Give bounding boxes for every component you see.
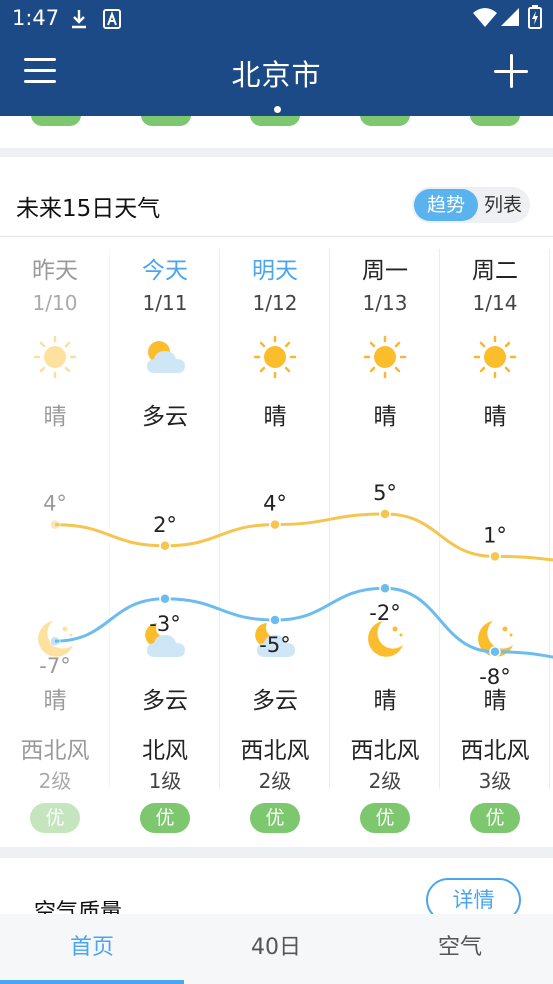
forecast-day-today[interactable]: 今天 1/11 多云 多云 北风 1级 优 [110, 237, 220, 837]
wind-level: 3级 [478, 769, 512, 793]
download-icon [72, 10, 86, 29]
wind-level: 2级 [38, 769, 72, 793]
forecast-card: 未来15日天气 趋势 列表 昨天 1/10 晴 晴 西北风 2级 优 今天 1/… [0, 157, 553, 847]
wind-level: 1级 [148, 769, 182, 793]
trend-tab[interactable]: 趋势 [414, 189, 478, 221]
sun-icon [473, 335, 517, 379]
forecast-day-tomorrow[interactable]: 明天 1/12 晴 多云 西北风 2级 优 [220, 237, 330, 837]
page-indicator-dot [274, 106, 281, 113]
page-title: 北京市 [231, 58, 322, 92]
sun-icon [253, 335, 297, 379]
day-label: 昨天 [32, 258, 78, 284]
battery-icon [528, 5, 542, 29]
aqi-badge: 优 [30, 803, 80, 833]
aqi-badge: 优 [250, 803, 300, 833]
partly-cloudy-icon [147, 341, 185, 373]
status-bar: 1:47 [0, 0, 553, 38]
forecast-day-yesterday[interactable]: 昨天 1/10 晴 晴 西北风 2级 优 [0, 237, 110, 837]
wifi-icon [473, 8, 497, 27]
aqi-badge: 优 [470, 803, 520, 833]
detail-button[interactable]: 详情 [426, 878, 521, 918]
aqi-badge: 优 [140, 803, 190, 833]
night-condition: 晴 [373, 688, 397, 714]
tab-air[interactable]: 空气 [368, 914, 552, 984]
app-header: 1:47 北京市 [0, 0, 553, 116]
night-condition: 晴 [483, 688, 507, 714]
date-label: 1/14 [472, 291, 518, 315]
wind-direction: 西北风 [460, 738, 530, 764]
date-label: 1/10 [32, 291, 78, 315]
night-condition: 晴 [43, 688, 67, 714]
moon-icon [38, 621, 73, 657]
wind-level: 2级 [368, 769, 402, 793]
tab-40-days[interactable]: 40日 [184, 914, 368, 984]
day-label: 明天 [252, 258, 298, 284]
wind-direction: 北风 [142, 738, 188, 764]
day-label: 周一 [362, 258, 408, 284]
forecast-day-tuesday[interactable]: 周二 1/14 晴 晴 西北风 3级 优 [440, 237, 550, 837]
previous-section-peek [0, 116, 553, 148]
forecast-title: 未来15日天气 [16, 196, 161, 222]
status-time: 1:47 [12, 6, 60, 30]
aqi-badge: 优 [360, 803, 410, 833]
night-condition: 多云 [252, 688, 298, 714]
wind-direction: 西北风 [20, 738, 90, 764]
wind-direction: 西北风 [240, 738, 310, 764]
list-tab[interactable]: 列表 [478, 189, 528, 221]
a-icon [103, 9, 121, 29]
bottom-nav: 首页 40日 空气 [0, 914, 553, 984]
date-label: 1/12 [252, 291, 298, 315]
date-label: 1/11 [142, 291, 188, 315]
partly-cloudy-night-icon [255, 623, 295, 657]
air-quality-card: 空气质量 详情 [0, 858, 553, 918]
sun-icon [363, 335, 407, 379]
tab-label: 40日 [251, 935, 301, 960]
moon-icon [478, 621, 513, 657]
moon-icon [368, 621, 403, 657]
wind-level: 2级 [258, 769, 292, 793]
add-city-button[interactable] [494, 54, 530, 90]
night-condition: 多云 [142, 688, 188, 714]
view-toggle: 趋势 列表 [412, 187, 530, 223]
date-label: 1/13 [362, 291, 408, 315]
tab-label: 首页 [69, 935, 114, 960]
day-condition: 多云 [142, 404, 188, 430]
active-tab-indicator [0, 980, 184, 984]
tab-label: 空气 [437, 935, 482, 960]
day-condition: 晴 [483, 404, 507, 430]
day-label: 今天 [142, 258, 188, 284]
day-label: 周二 [472, 258, 518, 284]
signal-icon [501, 8, 519, 26]
day-condition: 晴 [43, 404, 67, 430]
partly-cloudy-night-icon [145, 623, 185, 657]
day-condition: 晴 [263, 404, 287, 430]
wind-direction: 西北风 [350, 738, 420, 764]
tab-home[interactable]: 首页 [0, 914, 184, 984]
forecast-day-monday[interactable]: 周一 1/13 晴 晴 西北风 2级 优 [330, 237, 440, 837]
sun-icon [33, 335, 77, 379]
day-condition: 晴 [373, 404, 397, 430]
